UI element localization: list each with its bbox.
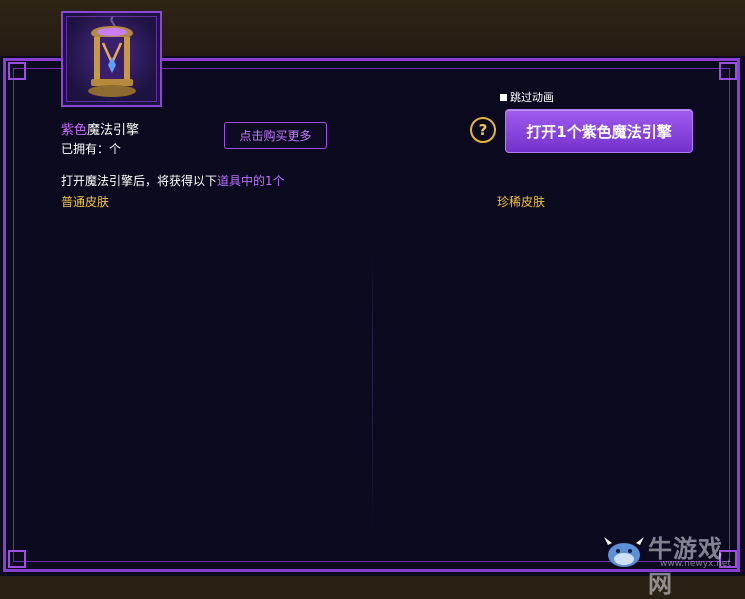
category-normal-skin: 普通皮肤	[61, 195, 110, 209]
item-image-frame	[61, 11, 162, 107]
watermark: 牛游戏网 www.newyx.net	[602, 527, 742, 598]
category-rare-skin: 珍稀皮肤	[497, 195, 546, 209]
reward-description-text: 打开魔法引擎后，将获得以下	[61, 174, 218, 188]
skip-animation-checkbox[interactable]	[500, 93, 507, 101]
skip-animation-toggle[interactable]: 跳过动画	[500, 89, 554, 105]
open-engine-button[interactable]: 打开1个紫色魔法引擎	[505, 109, 693, 153]
magic-lantern-icon	[88, 16, 136, 97]
column-divider	[372, 250, 373, 540]
help-button[interactable]: ?	[470, 117, 496, 143]
item-name-color: 紫色	[61, 123, 88, 138]
item-name-rest: 魔法引擎	[87, 123, 140, 138]
reward-description-highlight: 道具中的1个	[217, 174, 285, 188]
buy-more-button[interactable]: 点击购买更多	[224, 122, 327, 149]
skip-animation-label: 跳过动画	[510, 91, 554, 104]
item-name: 紫色魔法引擎	[61, 119, 139, 138]
frame-corner-top-right	[719, 62, 737, 80]
watermark-url: www.newyx.net	[660, 559, 732, 569]
reward-description: 打开魔法引擎后，将获得以下道具中的1个	[61, 172, 285, 189]
owned-count: 已拥有：个	[61, 142, 122, 156]
cow-logo-icon	[604, 537, 644, 567]
frame-corner-top-left	[8, 62, 26, 80]
frame-corner-bottom-left	[8, 550, 26, 568]
